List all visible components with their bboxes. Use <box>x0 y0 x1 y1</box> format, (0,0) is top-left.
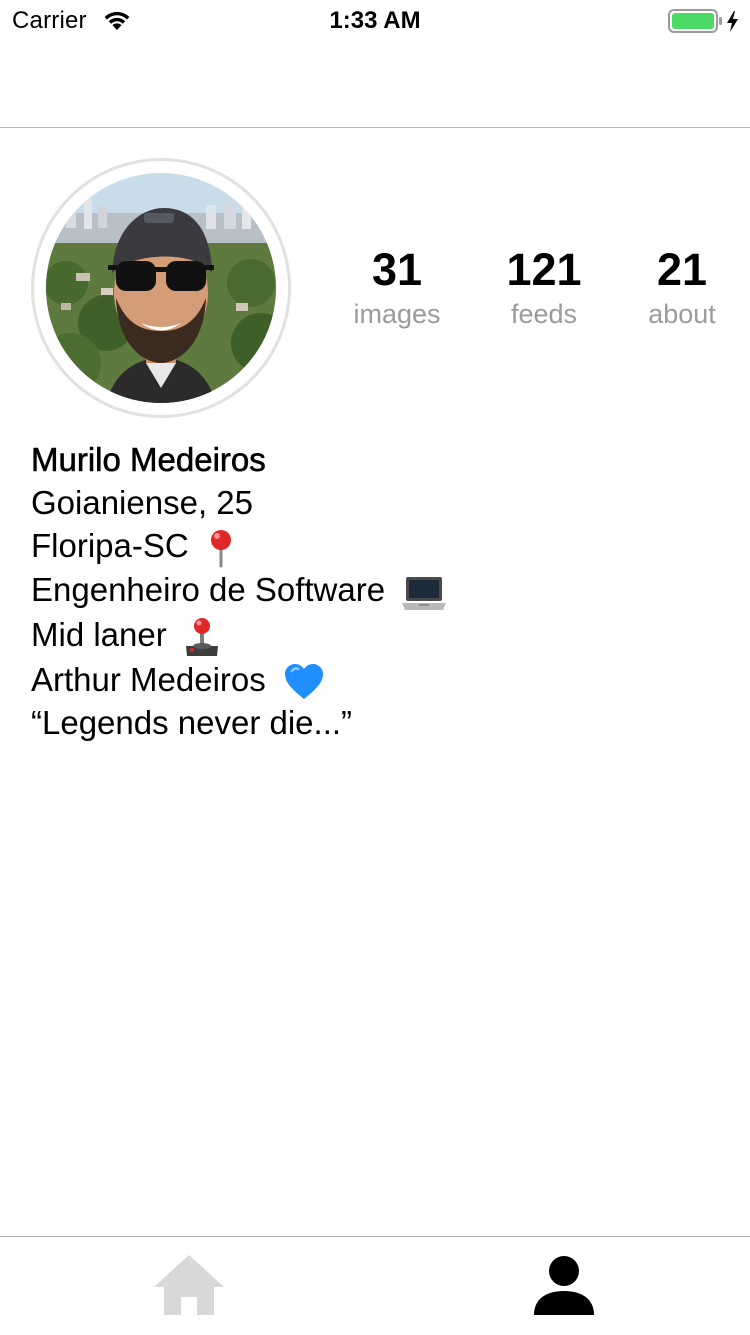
blue-heart-icon <box>284 664 323 700</box>
bio-line-text: “Legends never die...” <box>31 704 353 742</box>
joystick-icon <box>185 617 218 656</box>
tab-bar <box>0 1236 750 1335</box>
battery-icon <box>668 9 738 33</box>
bio-line: Floripa-SC <box>31 524 446 568</box>
round-pushpin-icon <box>210 530 231 568</box>
person-icon[interactable] <box>532 1255 596 1319</box>
home-icon[interactable] <box>152 1253 226 1317</box>
bio-line: Mid laner <box>31 613 446 658</box>
bio-line-text: Goianiense, 25 <box>31 484 253 521</box>
status-bar: Carrier 1:33 AM <box>0 0 750 40</box>
laptop-icon <box>402 576 447 610</box>
stat-about-label: about <box>648 299 716 329</box>
avatar[interactable] <box>46 173 276 403</box>
navigation-bar <box>0 40 750 128</box>
bio-line-text: Arthur Medeiros <box>31 660 266 698</box>
bio-line: Goianiense, 25 <box>31 481 446 524</box>
profile-name: Murilo Medeiros <box>31 441 266 479</box>
stat-images-label: images <box>353 299 441 329</box>
status-time: 1:33 AM <box>329 7 421 34</box>
bio-line-text: Engenheiro de Software <box>31 571 386 609</box>
avatar-photo <box>46 173 276 403</box>
stat-images-value: 31 <box>371 244 423 295</box>
bio-line-text: Floripa-SC <box>31 527 189 564</box>
bio-line: “Legends never die...” <box>31 701 446 744</box>
profile-bio: Murilo Medeiros Goianiense, 25 Floripa-S… <box>31 438 447 744</box>
bio-line: Engenheiro de Software <box>31 568 447 612</box>
stat-feeds[interactable]: 121 feeds <box>479 243 609 331</box>
stat-feeds-value: 121 <box>506 244 582 295</box>
stat-about[interactable]: 21 about <box>617 243 747 331</box>
bio-line-text: Mid laner <box>31 615 167 653</box>
stat-images[interactable]: 31 images <box>332 243 462 331</box>
stat-feeds-label: feeds <box>510 299 578 329</box>
bio-line: Arthur Medeiros <box>31 658 446 701</box>
stat-about-value: 21 <box>656 244 708 295</box>
